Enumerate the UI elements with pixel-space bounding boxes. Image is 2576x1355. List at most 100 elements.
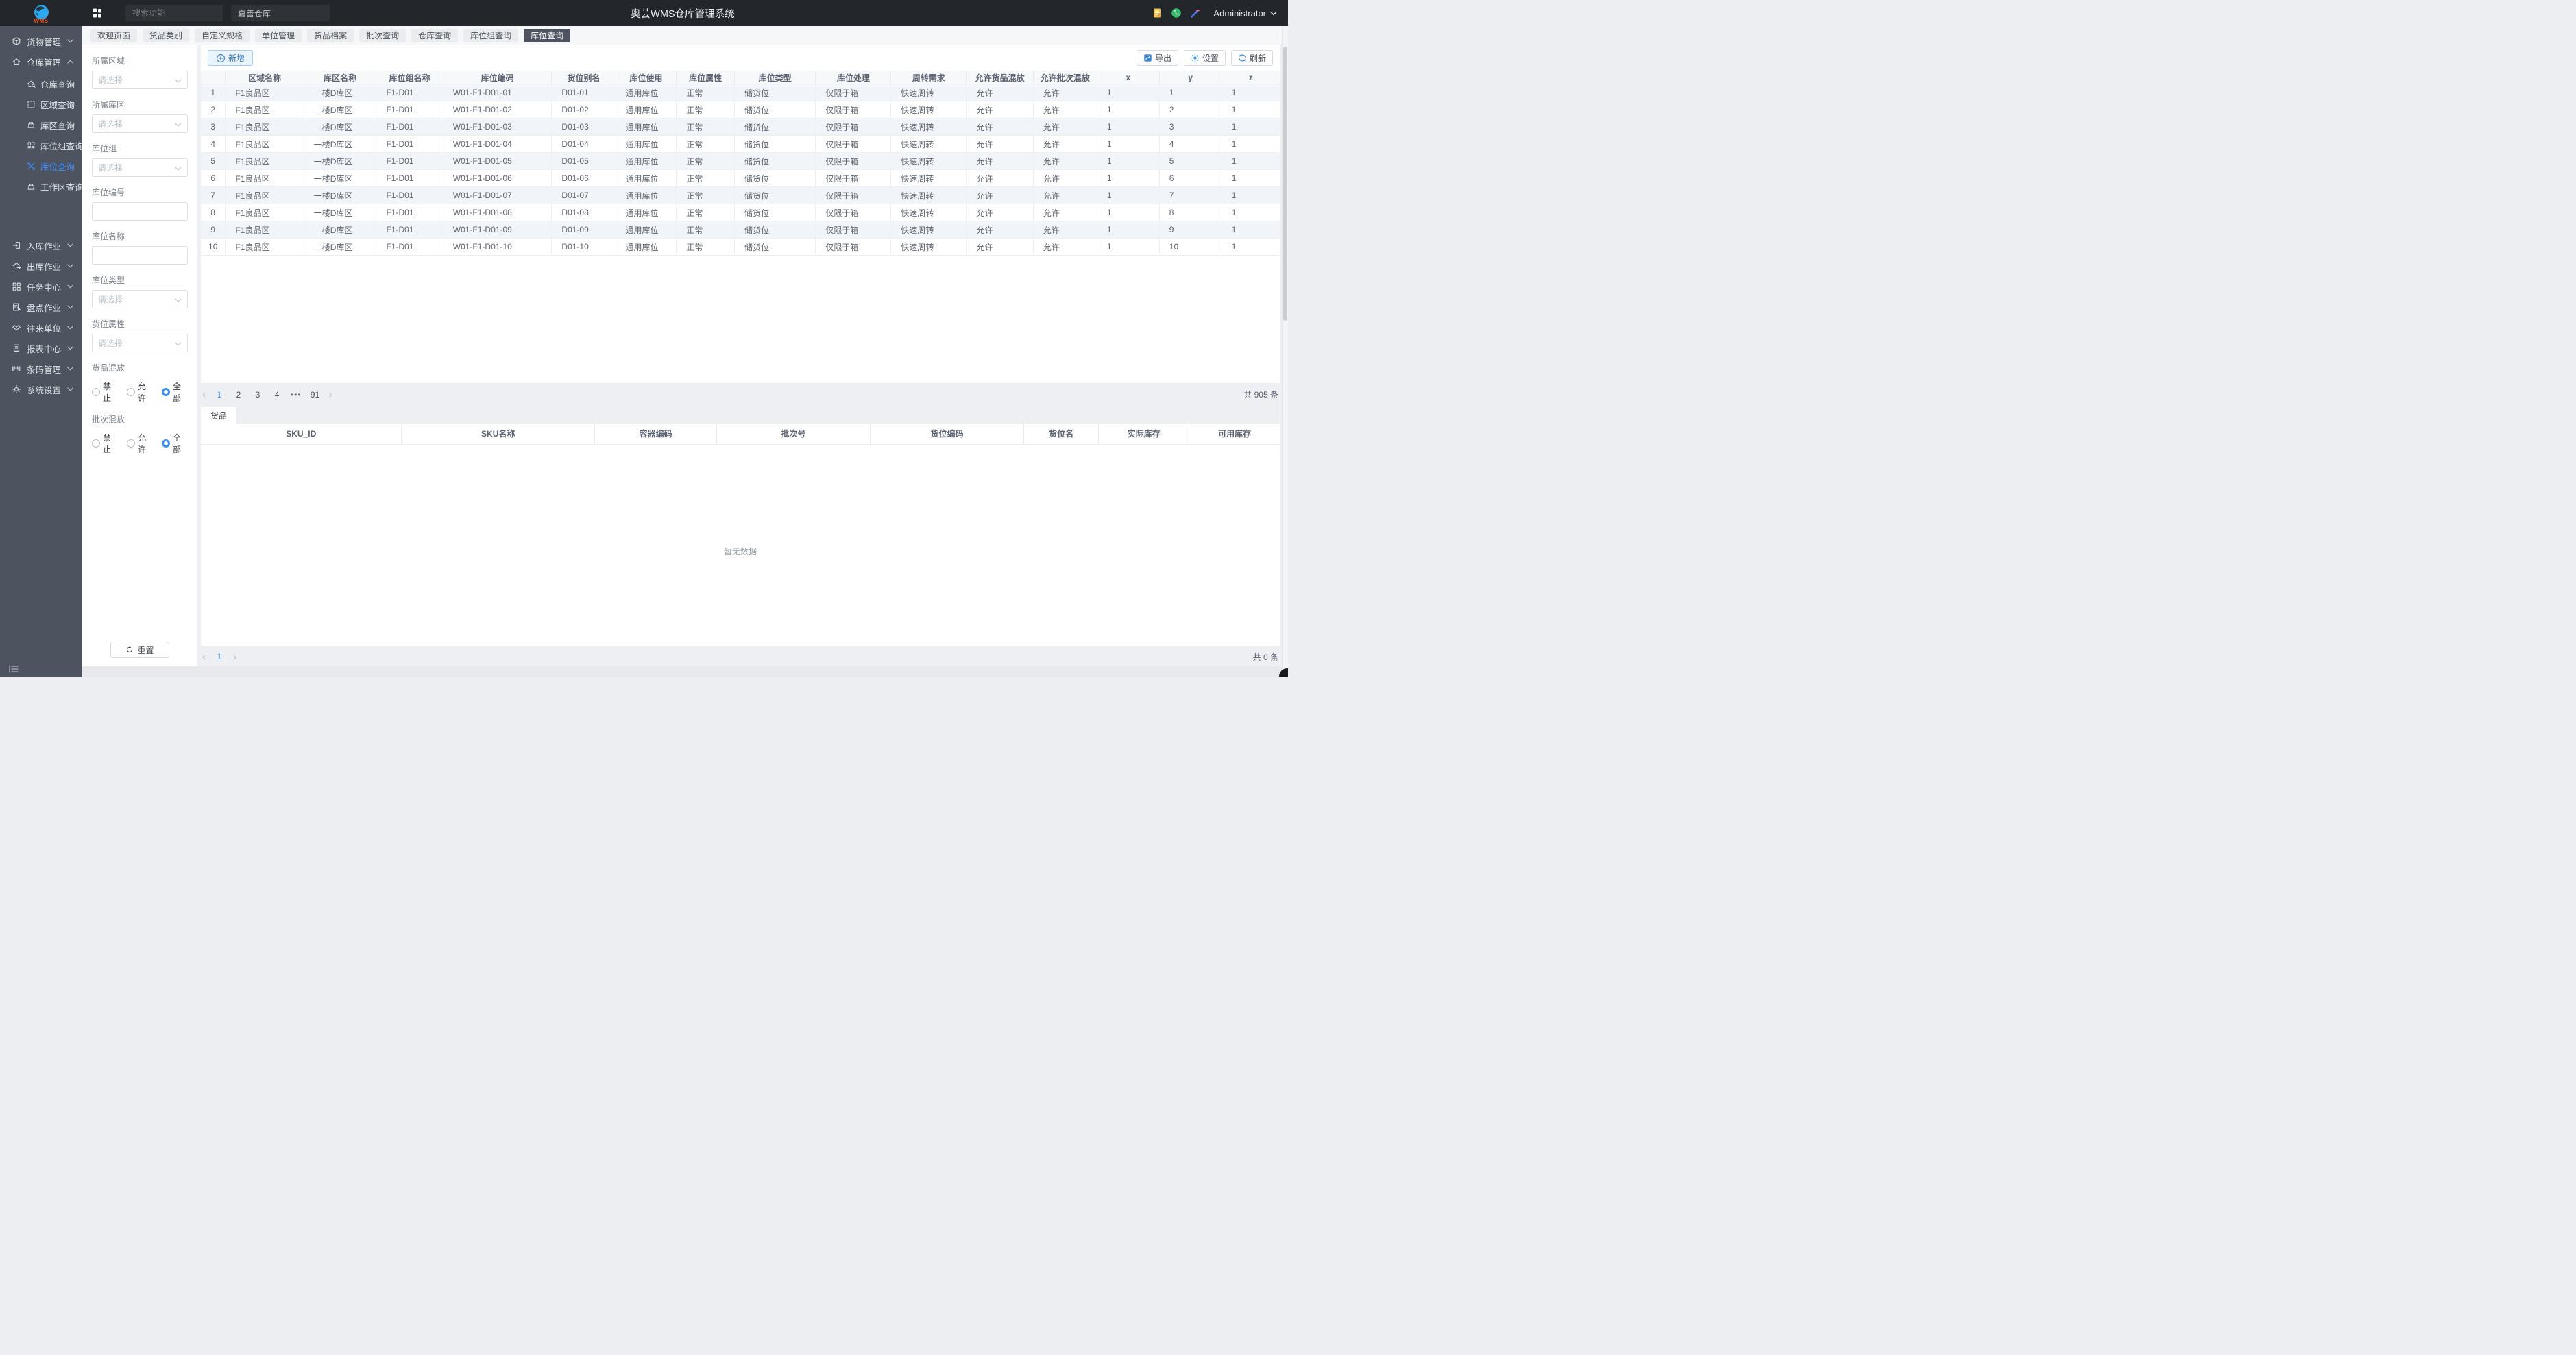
refresh-button[interactable]: 刷新 [1231, 50, 1273, 66]
add-label: 新增 [228, 52, 245, 64]
tab-welcome[interactable]: 欢迎页面 [90, 29, 137, 42]
add-button[interactable]: 新增 [208, 50, 253, 66]
tab-locgroup-query[interactable]: 库位组查询 [463, 29, 518, 42]
user-menu[interactable]: Administrator [1213, 8, 1277, 19]
sidebar-item-report-center[interactable]: 报表中心 [0, 338, 82, 358]
loc-cell-region-name: F1良品区 [226, 187, 304, 204]
radio-batch-mix-all[interactable]: 全部 [162, 432, 188, 455]
tab-custom-spec[interactable]: 自定义规格 [195, 29, 250, 42]
sidebar-item-system-settings[interactable]: 系统设置 [0, 379, 82, 400]
sidebar-item-task-center[interactable]: 任务中心 [0, 276, 82, 297]
loc-row-4[interactable]: 4F1良品区一楼D库区F1-D01W01-F1-D01-04D01-04通用库位… [201, 136, 1280, 153]
loc-cell-loc-type: 储货位 [734, 187, 815, 204]
sidebar-item-goods-mgmt[interactable]: 货物管理 [0, 31, 82, 51]
sidebar-item-partners[interactable]: 往来单位 [0, 317, 82, 338]
filter-select-zone[interactable]: 请选择 [92, 114, 188, 133]
loc-group-icon [27, 141, 36, 150]
loc-cell-loc-type: 储货位 [734, 239, 815, 256]
radio-batch-mix-allow[interactable]: 允许 [127, 432, 153, 455]
radio-goods-mix-all[interactable]: 全部 [162, 380, 188, 404]
loc-cell-slot-alias: D01-08 [552, 204, 616, 221]
settings-button[interactable]: 设置 [1184, 50, 1226, 66]
loc-row-8[interactable]: 8F1良品区一楼D库区F1-D01W01-F1-D01-08D01-08通用库位… [201, 204, 1280, 221]
sidebar-item-inbound-ops[interactable]: 入库作业 [0, 235, 82, 256]
tab-location-query[interactable]: 库位查询 [524, 29, 570, 42]
radio-goods-mix-forbid[interactable]: 禁止 [92, 380, 118, 404]
sidebar-item-locgroup-query[interactable]: 库位组查询 [0, 135, 82, 156]
magic-wand-icon[interactable] [1190, 8, 1201, 19]
function-search-input[interactable] [125, 5, 223, 21]
loc-col-idx [201, 71, 226, 84]
tab-batch-query[interactable]: 批次查询 [359, 29, 406, 42]
sidebar-item-zone-query[interactable]: 库区查询 [0, 114, 82, 135]
tab-unit-mgmt[interactable]: 单位管理 [255, 29, 302, 42]
sidebar-item-location-query[interactable]: 库位查询 [0, 156, 82, 176]
loc-pager-next[interactable]: › [329, 389, 332, 400]
tab-goods-category[interactable]: 货品类别 [143, 29, 189, 42]
settings-icon [12, 384, 21, 394]
loc-pager-page-2[interactable]: 2 [233, 390, 244, 400]
outbound-icon [12, 261, 21, 271]
loc-row-5[interactable]: 5F1良品区一楼D库区F1-D01W01-F1-D01-05D01-05通用库位… [201, 153, 1280, 170]
loc-row-1[interactable]: 1F1良品区一楼D库区F1-D01W01-F1-D01-01D01-01通用库位… [201, 84, 1280, 101]
warehouse-select-input[interactable] [231, 5, 330, 21]
loc-row-9[interactable]: 9F1良品区一楼D库区F1-D01W01-F1-D01-09D01-09通用库位… [201, 221, 1280, 239]
loc-pager-prev[interactable]: ‹ [202, 389, 206, 400]
loc-pager-page-91[interactable]: 91 [310, 390, 321, 400]
filter-select-region[interactable]: 请选择 [92, 71, 188, 89]
zone-icon [27, 121, 36, 130]
collapse-sidebar-icon[interactable] [9, 665, 19, 673]
filter-select-loc-type[interactable]: 请选择 [92, 290, 188, 308]
filter-input-loc-name[interactable] [92, 246, 188, 265]
filter-select-locgroup[interactable]: 请选择 [92, 158, 188, 177]
loc-pager-page-3[interactable]: 3 [252, 390, 263, 400]
sidebar-item-outbound-ops[interactable]: 出库作业 [0, 256, 82, 276]
loc-cell-allow-batch-mix: 允许 [1033, 187, 1097, 204]
loc-cell-loc-handle: 仅限于箱 [816, 136, 891, 153]
filter-input-loc-code[interactable] [92, 202, 188, 221]
export-button[interactable]: 导出 [1137, 50, 1178, 66]
notes-icon[interactable] [1152, 8, 1163, 19]
tab-goods-archive[interactable]: 货品档案 [307, 29, 354, 42]
loc-row-7[interactable]: 7F1良品区一楼D库区F1-D01W01-F1-D01-07D01-07通用库位… [201, 187, 1280, 204]
radio-batch-mix-forbid[interactable]: 禁止 [92, 432, 118, 455]
sidebar-item-warehouse-mgmt[interactable]: 仓库管理 [0, 51, 82, 72]
sidebar-item-stocktake-ops[interactable]: 盘点作业 [0, 297, 82, 317]
scrollbar-thumb[interactable] [1283, 47, 1287, 321]
filter-select-slot-attr[interactable]: 请选择 [92, 334, 188, 352]
loc-cell-locgroup-name: F1-D01 [376, 84, 443, 101]
sidebar-item-label: 入库作业 [27, 239, 61, 252]
sidebar-item-workspace-query[interactable]: 工作区查询 [0, 176, 82, 197]
loc-row-2[interactable]: 2F1良品区一楼D库区F1-D01W01-F1-D01-02D01-02通用库位… [201, 101, 1280, 119]
sidebar-item-area-query[interactable]: 区域查询 [0, 94, 82, 114]
tab-goods-detail[interactable]: 货品 [201, 407, 236, 424]
sidebar-item-label: 条码管理 [27, 363, 61, 376]
loc-cell-turnover: 快速周转 [891, 187, 967, 204]
loc-pager-page-4[interactable]: 4 [271, 390, 282, 400]
goods-pager-page-1[interactable]: 1 [214, 652, 225, 661]
radio-circle [92, 388, 100, 396]
loc-cell-zone-name: 一楼D库区 [304, 153, 376, 170]
loc-row-3[interactable]: 3F1良品区一楼D库区F1-D01W01-F1-D01-03D01-03通用库位… [201, 119, 1280, 136]
reset-button[interactable]: 重置 [110, 642, 169, 658]
sidebar-item-barcode-mgmt[interactable]: 条码管理 [0, 358, 82, 379]
phone-support-icon[interactable] [1171, 8, 1182, 19]
sidebar-item-label: 盘点作业 [27, 301, 61, 314]
goods-pager-next[interactable]: › [233, 652, 236, 662]
loc-row-6[interactable]: 6F1良品区一楼D库区F1-D01W01-F1-D01-06D01-06通用库位… [201, 170, 1280, 187]
loc-cell-region-name: F1良品区 [226, 204, 304, 221]
loc-cell-idx: 9 [201, 221, 226, 239]
loc-row-10[interactable]: 10F1良品区一楼D库区F1-D01W01-F1-D01-10D01-10通用库… [201, 239, 1280, 256]
loc-pager-ellipsis[interactable]: ••• [291, 390, 302, 400]
radio-goods-mix-allow[interactable]: 允许 [127, 380, 153, 404]
loc-cell-loc-type: 储货位 [734, 170, 815, 187]
goods-pager-prev[interactable]: ‹ [202, 652, 206, 662]
tab-warehouse-query[interactable]: 仓库查询 [411, 29, 458, 42]
loc-cell-allow-goods-mix: 允许 [967, 187, 1033, 204]
loc-cell-loc-code: W01-F1-D01-09 [443, 221, 552, 239]
loc-pager-page-1[interactable]: 1 [214, 390, 225, 400]
export-icon [1143, 53, 1152, 62]
sidebar-item-warehouse-query[interactable]: 仓库查询 [0, 73, 82, 94]
vertical-scrollbar[interactable] [1282, 26, 1288, 677]
apps-grid-icon[interactable] [92, 8, 103, 19]
